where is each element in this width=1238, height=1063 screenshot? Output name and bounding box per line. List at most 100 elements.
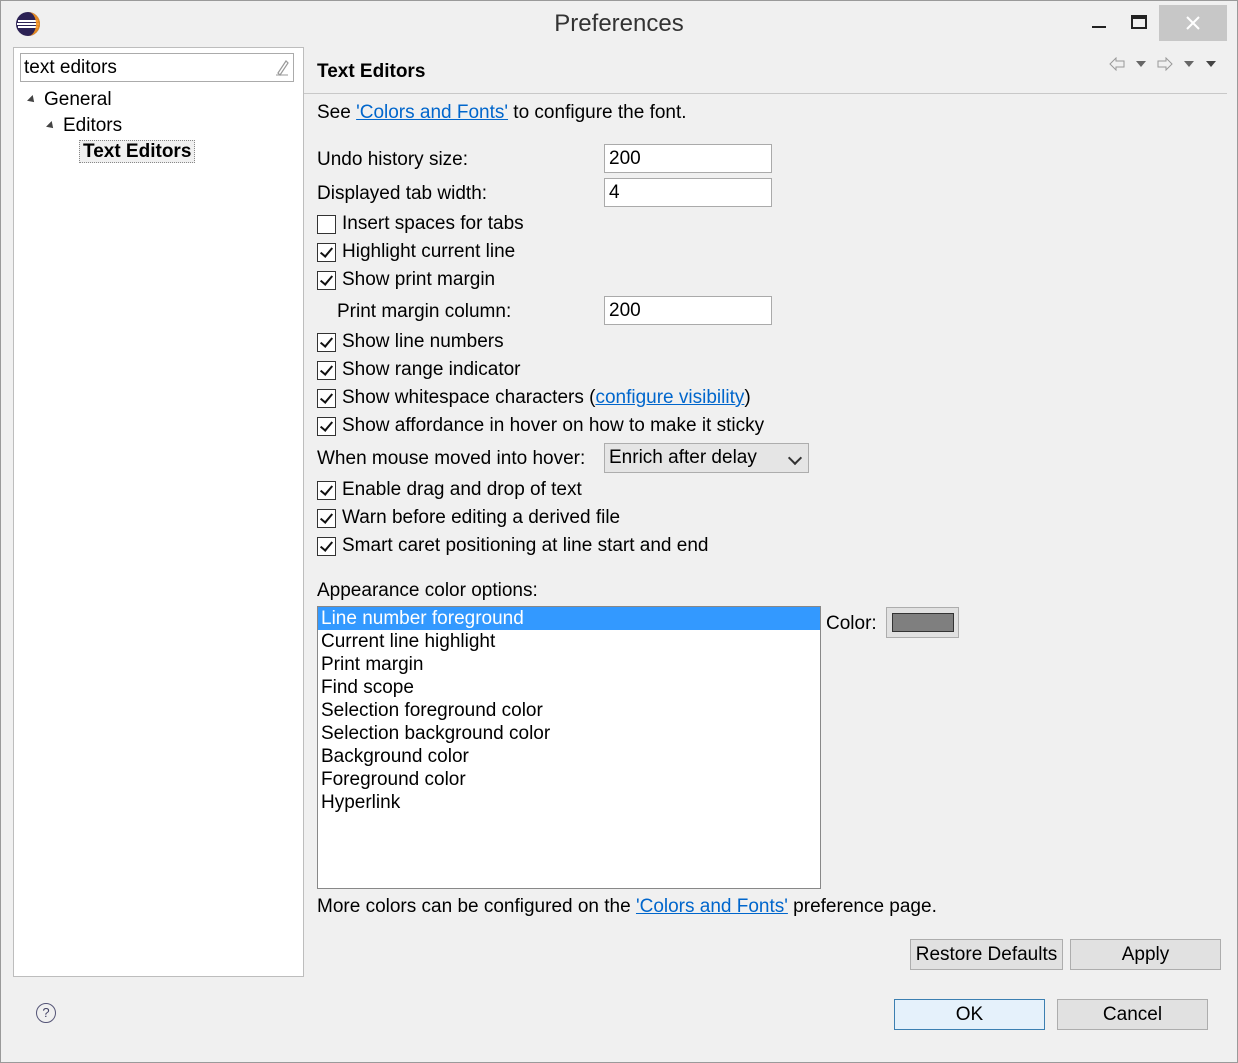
list-item[interactable]: Selection background color — [318, 722, 820, 745]
preference-tree-pane: text editors General Editors Text Editor… — [13, 47, 304, 977]
close-button[interactable] — [1159, 5, 1227, 41]
appearance-color-list[interactable]: Line number foreground Current line high… — [317, 606, 821, 889]
tree-item-label: Text Editors — [79, 140, 196, 163]
drag-drop-checkbox[interactable]: Enable drag and drop of text — [317, 478, 582, 502]
list-item[interactable]: Current line highlight — [318, 630, 820, 653]
checkbox-label-suffix: ) — [744, 387, 751, 408]
highlight-line-checkbox[interactable]: Highlight current line — [317, 240, 515, 264]
forward-arrow-icon[interactable] — [1157, 57, 1173, 71]
color-label: Color: — [826, 613, 877, 634]
checkbox-box[interactable] — [317, 480, 336, 500]
dialog-footer: ? OK Cancel — [1, 977, 1237, 1062]
checkbox-label: Enable drag and drop of text — [342, 479, 582, 500]
checkbox-box[interactable] — [317, 416, 336, 436]
forward-menu-chevron-down-icon[interactable] — [1183, 60, 1195, 68]
list-item[interactable]: Foreground color — [318, 768, 820, 791]
list-item[interactable]: Print margin — [318, 653, 820, 676]
back-arrow-icon[interactable] — [1109, 57, 1125, 71]
tree-item-editors[interactable]: Editors — [46, 113, 123, 139]
view-menu-chevron-down-icon[interactable] — [1205, 60, 1217, 68]
list-item[interactable]: Background color — [318, 745, 820, 768]
hover-label: When mouse moved into hover: — [317, 448, 586, 469]
tree-item-label: Editors — [63, 115, 123, 136]
checkbox-label: Show range indicator — [342, 359, 521, 380]
color-picker-button[interactable] — [886, 607, 959, 638]
checkbox-label: Warn before editing a derived file — [342, 507, 621, 528]
checkbox-box[interactable] — [317, 536, 336, 556]
header-separator — [304, 93, 1227, 94]
font-note: See 'Colors and Fonts' to configure the … — [317, 102, 687, 124]
hover-behavior-select[interactable]: Enrich after delay — [604, 443, 809, 473]
maximize-button[interactable] — [1119, 5, 1159, 41]
colors-and-fonts-link[interactable]: 'Colors and Fonts' — [356, 102, 508, 123]
show-whitespace-checkbox[interactable]: Show whitespace characters (configure vi… — [317, 386, 751, 410]
filter-input[interactable]: text editors — [20, 53, 294, 82]
more-colors-note: More colors can be configured on the 'Co… — [317, 896, 937, 918]
undo-history-field[interactable]: 200 — [604, 144, 772, 173]
more-colors-prefix: More colors can be configured on the — [317, 896, 636, 917]
show-range-indicator-checkbox[interactable]: Show range indicator — [317, 358, 521, 382]
window-title: Preferences — [554, 10, 684, 37]
tree-item-general[interactable]: General — [27, 87, 112, 113]
color-swatch — [892, 613, 954, 632]
show-affordance-checkbox[interactable]: Show affordance in hover on how to make … — [317, 414, 764, 438]
checkbox-box[interactable] — [317, 360, 336, 380]
list-item[interactable]: Line number foreground — [318, 607, 820, 630]
checkbox-box[interactable] — [317, 242, 336, 262]
preferences-window: Preferences text editors General Editors… — [0, 0, 1238, 1063]
undo-history-label: Undo history size: — [317, 149, 469, 170]
checkbox-label: Highlight current line — [342, 241, 516, 262]
colors-and-fonts-link-2[interactable]: 'Colors and Fonts' — [636, 896, 788, 917]
restore-defaults-button[interactable]: Restore Defaults — [910, 939, 1063, 970]
more-colors-suffix: preference page. — [787, 896, 937, 917]
font-note-suffix: to configure the font. — [508, 102, 687, 123]
tab-width-label: Displayed tab width: — [317, 183, 488, 204]
page-title: Text Editors — [317, 61, 426, 82]
preference-page: Text Editors See 'Colors and Fonts' to c… — [304, 47, 1227, 977]
maximize-icon — [1131, 15, 1147, 29]
minimize-button[interactable] — [1079, 5, 1119, 41]
checkbox-box[interactable] — [317, 388, 336, 408]
chevron-down-icon — [787, 450, 803, 466]
title-bar: Preferences — [1, 1, 1237, 47]
list-item[interactable]: Selection foreground color — [318, 699, 820, 722]
help-icon[interactable]: ? — [36, 1003, 56, 1023]
back-menu-chevron-down-icon[interactable] — [1135, 60, 1147, 68]
appearance-label: Appearance color options: — [317, 580, 538, 601]
checkbox-label: Insert spaces for tabs — [342, 213, 524, 234]
tree-item-label: General — [44, 89, 112, 110]
checkbox-label: Show line numbers — [342, 331, 504, 352]
show-line-numbers-checkbox[interactable]: Show line numbers — [317, 330, 504, 354]
apply-button[interactable]: Apply — [1070, 939, 1221, 970]
expand-triangle-icon[interactable] — [27, 95, 37, 105]
tab-width-field[interactable]: 4 — [604, 178, 772, 207]
list-item[interactable]: Hyperlink — [318, 791, 820, 814]
filter-input-value: text editors — [24, 57, 117, 78]
checkbox-box[interactable] — [317, 270, 336, 290]
checkbox-box[interactable] — [317, 332, 336, 352]
warn-derived-checkbox[interactable]: Warn before editing a derived file — [317, 506, 620, 530]
smart-caret-checkbox[interactable]: Smart caret positioning at line start an… — [317, 534, 708, 558]
ok-button[interactable]: OK — [894, 999, 1045, 1030]
checkbox-label: Show affordance in hover on how to make … — [342, 415, 765, 436]
minimize-icon — [1092, 26, 1106, 28]
insert-spaces-checkbox[interactable]: Insert spaces for tabs — [317, 212, 524, 236]
show-print-margin-checkbox[interactable]: Show print margin — [317, 268, 495, 292]
print-margin-column-label: Print margin column: — [337, 301, 512, 322]
checkbox-label: Show whitespace characters ( — [342, 387, 596, 408]
hover-behavior-value: Enrich after delay — [609, 447, 757, 468]
expand-triangle-icon[interactable] — [46, 121, 56, 131]
checkbox-label: Show print margin — [342, 269, 496, 290]
cancel-button[interactable]: Cancel — [1057, 999, 1208, 1030]
font-note-prefix: See — [317, 102, 357, 123]
list-item[interactable]: Find scope — [318, 676, 820, 699]
clear-filter-icon[interactable] — [274, 58, 290, 76]
checkbox-label: Smart caret positioning at line start an… — [342, 535, 709, 556]
configure-visibility-link[interactable]: configure visibility — [595, 387, 744, 409]
checkbox-box[interactable] — [317, 508, 336, 528]
print-margin-column-field[interactable]: 200 — [604, 296, 772, 325]
checkbox-box[interactable] — [317, 214, 336, 234]
close-icon — [1186, 16, 1200, 30]
page-nav — [1109, 57, 1217, 71]
tree-item-text-editors[interactable]: Text Editors — [79, 139, 196, 165]
